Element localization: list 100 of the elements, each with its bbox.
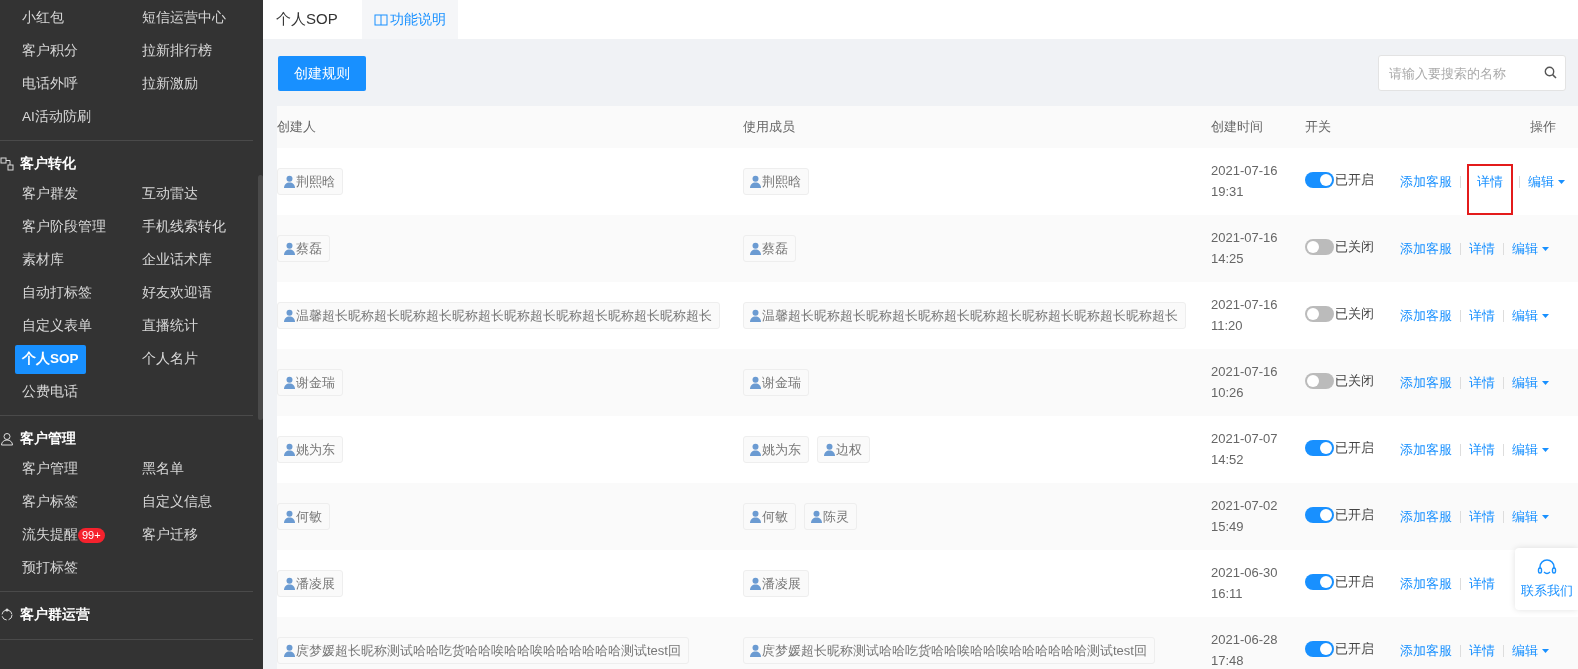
sidebar-item[interactable]: 互动雷达 xyxy=(135,180,205,209)
search-field[interactable]: 请输入要搜索的名称 xyxy=(1378,55,1566,91)
column-header: 创建时间 xyxy=(1211,119,1263,135)
user-tag: 庹梦媛超长昵称测试哈哈吃货哈哈唉哈哈唉哈哈哈哈哈哈测试test回 xyxy=(743,636,1155,665)
date-text: 2021-06-30 xyxy=(1211,563,1279,582)
details-link[interactable]: 详情 xyxy=(1469,165,1511,214)
count-badge: 99+ xyxy=(78,528,105,543)
person-icon xyxy=(283,577,296,590)
details-link[interactable]: 详情 xyxy=(1469,238,1495,259)
column-header: 开关 xyxy=(1305,119,1331,135)
details-link[interactable]: 详情 xyxy=(1469,640,1495,661)
edit-dropdown[interactable]: 编辑 xyxy=(1528,171,1565,192)
sidebar-item[interactable]: 素材库 xyxy=(15,246,71,275)
sidebar-item[interactable]: 客户标签 xyxy=(15,488,85,517)
edit-dropdown[interactable]: 编辑 xyxy=(1512,238,1549,259)
person-icon xyxy=(283,175,296,188)
status-text: 已开启 xyxy=(1335,170,1374,189)
date-text: 2021-07-02 xyxy=(1211,496,1279,515)
person-icon xyxy=(749,309,762,322)
toggle-switch[interactable] xyxy=(1305,372,1334,389)
sidebar-item[interactable]: 流失提醒 99+ xyxy=(15,521,112,550)
sidebar-item[interactable]: 自定义表单 xyxy=(15,312,99,341)
sidebar-item[interactable]: 个人SOP xyxy=(15,345,86,374)
sidebar-item[interactable]: 个人名片 xyxy=(135,345,205,374)
edit-dropdown[interactable]: 编辑 xyxy=(1512,305,1549,326)
add-agent-link[interactable]: 添加客服 xyxy=(1400,640,1452,661)
sidebar-item[interactable]: 自定义信息 xyxy=(135,488,219,517)
person-icon xyxy=(823,443,836,456)
sidebar-item[interactable]: 黑名单 xyxy=(135,455,191,484)
user-tag: 边权 xyxy=(817,435,870,464)
search-icon xyxy=(1544,66,1557,79)
time-text: 11:20 xyxy=(1211,316,1244,335)
user-tag: 谢金瑞 xyxy=(743,368,809,397)
toggle-switch[interactable] xyxy=(1305,305,1334,322)
sidebar-item[interactable]: 直播统计 xyxy=(135,312,205,341)
help-link[interactable]: 功能说明 xyxy=(361,0,458,39)
person-icon xyxy=(749,175,762,188)
toggle-switch[interactable] xyxy=(1305,238,1334,255)
sidebar-item[interactable]: 客户迁移 xyxy=(135,521,205,550)
user-tag: 荆熙晗 xyxy=(743,167,809,196)
sidebar-item[interactable]: 客户积分 xyxy=(15,37,85,66)
details-link[interactable]: 详情 xyxy=(1469,372,1495,393)
toggle-switch[interactable] xyxy=(1305,573,1334,590)
sidebar-item[interactable]: 客户阶段管理 xyxy=(15,213,113,242)
toggle-switch[interactable] xyxy=(1305,171,1334,188)
status-text: 已开启 xyxy=(1335,639,1374,658)
cycle-icon xyxy=(0,607,14,622)
column-header: 操作 xyxy=(1530,119,1556,135)
contact-widget[interactable]: 联系我们 xyxy=(1515,548,1578,610)
sidebar-item[interactable]: 拉新激励 xyxy=(135,70,205,99)
sidebar-item[interactable]: 公费电话 xyxy=(15,378,85,407)
person-icon xyxy=(283,644,296,657)
user-tag: 庹梦媛超长昵称测试哈哈吃货哈哈唉哈哈唉哈哈哈哈哈哈测试test回 xyxy=(277,636,689,665)
sidebar-item[interactable]: 客户管理 xyxy=(15,455,85,484)
date-text: 2021-07-16 xyxy=(1211,228,1279,247)
edit-dropdown[interactable]: 编辑 xyxy=(1512,506,1549,527)
add-agent-link[interactable]: 添加客服 xyxy=(1400,171,1452,192)
create-button[interactable]: 创建规则 xyxy=(278,55,366,91)
sidebar-item[interactable]: 企业话术库 xyxy=(135,246,219,275)
add-agent-link[interactable]: 添加客服 xyxy=(1400,506,1452,527)
add-agent-link[interactable]: 添加客服 xyxy=(1400,439,1452,460)
details-link[interactable]: 详情 xyxy=(1469,305,1495,326)
column-header: 创建人 xyxy=(277,119,316,135)
toggle-switch[interactable] xyxy=(1305,640,1334,657)
add-agent-link[interactable]: 添加客服 xyxy=(1400,372,1452,393)
edit-dropdown[interactable]: 编辑 xyxy=(1512,640,1549,661)
time-text: 14:52 xyxy=(1211,450,1245,469)
user-tag: 蔡磊 xyxy=(743,234,796,263)
edit-dropdown[interactable]: 编辑 xyxy=(1512,372,1549,393)
caret-icon xyxy=(1542,649,1549,654)
user-tag: 何敏 xyxy=(277,502,330,531)
sidebar-item[interactable]: 好友欢迎语 xyxy=(135,279,219,308)
sidebar-item[interactable]: AI活动防刷 xyxy=(15,103,98,132)
sidebar-item[interactable]: 短信运营中心 xyxy=(135,4,233,33)
add-agent-link[interactable]: 添加客服 xyxy=(1400,238,1452,259)
time-text: 17:48 xyxy=(1211,651,1245,669)
add-agent-link[interactable]: 添加客服 xyxy=(1400,573,1452,594)
details-link[interactable]: 详情 xyxy=(1469,439,1495,460)
add-agent-link[interactable]: 添加客服 xyxy=(1400,305,1452,326)
person-icon xyxy=(810,510,823,523)
status-text: 已开启 xyxy=(1335,572,1374,591)
details-link[interactable]: 详情 xyxy=(1469,573,1495,594)
sidebar-item[interactable]: 预打标签 xyxy=(15,554,85,583)
scrollbar[interactable] xyxy=(258,175,263,420)
person-icon xyxy=(283,443,296,456)
sidebar-item[interactable]: 拉新排行榜 xyxy=(135,37,219,66)
toggle-switch[interactable] xyxy=(1305,439,1334,456)
sidebar-item[interactable]: 电话外呼 xyxy=(15,70,85,99)
time-text: 19:31 xyxy=(1211,182,1245,201)
sidebar-item[interactable]: 自动打标签 xyxy=(15,279,99,308)
edit-dropdown[interactable]: 编辑 xyxy=(1512,439,1549,460)
time-text: 16:11 xyxy=(1211,584,1244,603)
person-icon xyxy=(749,376,762,389)
toggle-switch[interactable] xyxy=(1305,506,1334,523)
details-link[interactable]: 详情 xyxy=(1469,506,1495,527)
time-text: 15:49 xyxy=(1211,517,1245,536)
sidebar-item[interactable]: 手机线索转化 xyxy=(135,213,233,242)
column-header: 使用成员 xyxy=(743,119,795,135)
sidebar-item[interactable]: 小红包 xyxy=(15,4,71,33)
sidebar-item[interactable]: 客户群发 xyxy=(15,180,85,209)
